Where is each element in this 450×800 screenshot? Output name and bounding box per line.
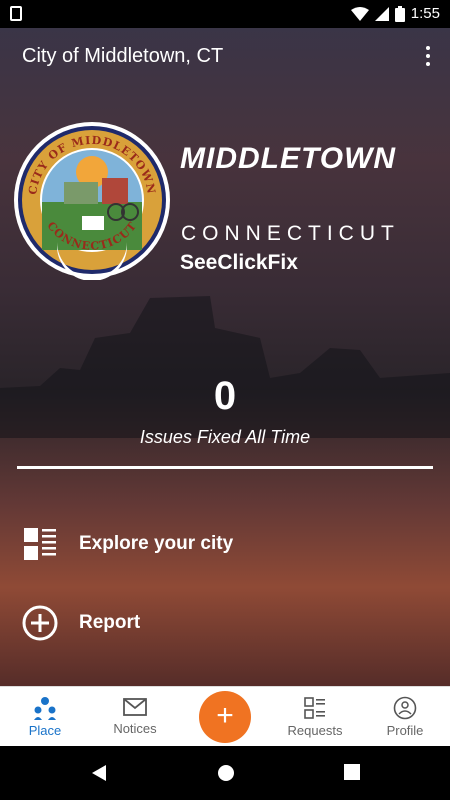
battery-icon: [394, 5, 405, 22]
city-seal-logo: CITY OF MIDDLETOWN CONNECTICUT: [12, 120, 172, 281]
explore-city-label: Explore your city: [79, 533, 234, 554]
tab-place-label: Place: [28, 723, 62, 738]
report-button[interactable]: Report: [20, 601, 140, 645]
profile-icon: [393, 696, 417, 720]
more-options-icon[interactable]: [424, 46, 432, 68]
tab-notices-label: Notices: [113, 721, 157, 736]
app-title: City of Middletown, CT: [22, 45, 224, 67]
requests-icon: [304, 697, 325, 719]
system-navigation-bar: [0, 746, 450, 800]
tab-requests-label: Requests: [287, 723, 343, 738]
report-label: Report: [79, 612, 141, 633]
brand-state: CONNECTICUT: [181, 222, 400, 245]
sd-card-icon: [10, 6, 22, 21]
add-circle-icon: [22, 605, 58, 641]
list-icon: [24, 528, 56, 560]
issues-fixed-label: Issues Fixed All Time: [139, 427, 311, 447]
mail-icon: [123, 698, 147, 716]
status-bar: 1:55: [0, 0, 450, 28]
recents-icon[interactable]: [343, 763, 361, 781]
tab-profile[interactable]: Profile: [360, 687, 450, 747]
back-icon[interactable]: [90, 763, 108, 783]
place-icon: [34, 697, 56, 720]
tab-profile-label: Profile: [386, 723, 424, 738]
tab-notices[interactable]: Notices: [90, 687, 180, 747]
wifi-icon: [350, 6, 369, 21]
brand-city: MIDDLETOWN: [180, 142, 397, 175]
signal-icon: [374, 6, 389, 21]
brand-app-name: SeeClickFix: [180, 251, 298, 274]
tab-requests[interactable]: Requests: [270, 687, 360, 747]
divider: [17, 466, 433, 469]
app-bar: City of Middletown, CT: [0, 28, 450, 86]
explore-city-button[interactable]: Explore your city: [20, 522, 233, 566]
new-report-fab[interactable]: +: [199, 691, 251, 743]
issues-fixed-count: 0: [213, 374, 237, 418]
tab-place[interactable]: Place: [0, 687, 90, 747]
clock: 1:55: [410, 5, 440, 22]
home-icon[interactable]: [216, 763, 236, 783]
